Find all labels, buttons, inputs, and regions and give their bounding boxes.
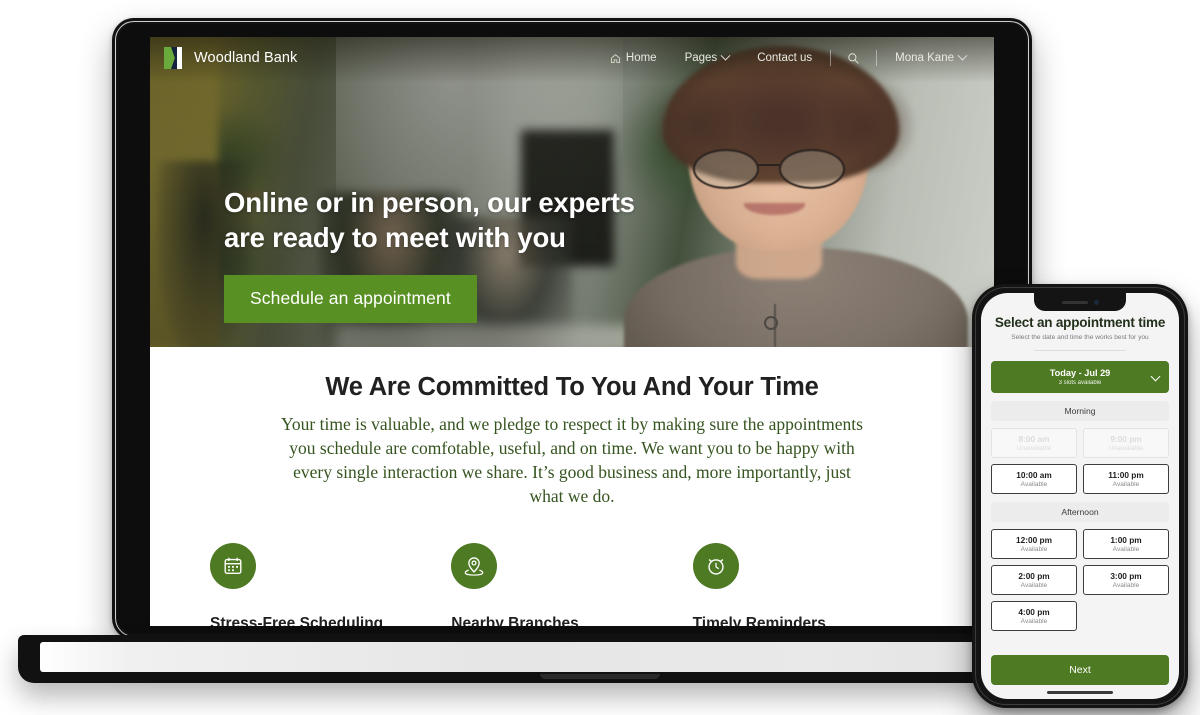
schedule-appointment-button[interactable]: Schedule an appointment (224, 275, 477, 324)
time-slot[interactable]: 4:00 pm Available (991, 600, 1077, 631)
feature-icon-badge (692, 542, 739, 589)
screenshot-stage: Woodland Bank Home Pages Contact us Mona… (0, 0, 1200, 715)
chevron-down-icon (957, 50, 968, 61)
slot-time: 3:00 pm (1110, 570, 1142, 581)
feature-title: Timely Reminders (692, 614, 826, 626)
slot-state: Available (1020, 480, 1048, 488)
slot-time: 11:00 pm (1108, 469, 1144, 480)
app-subtitle: Select the date and time the works best … (1011, 334, 1149, 341)
date-selector[interactable]: Today - Jul 29 3 slots available (991, 361, 1169, 393)
time-slot: 8:00 am Unavailable (991, 427, 1077, 458)
slot-time: 10:00 am (1016, 469, 1052, 480)
laptop-mockup: Woodland Bank Home Pages Contact us Mona… (112, 18, 1032, 640)
phone-notch (1034, 293, 1126, 311)
slot-state: Available (1112, 581, 1140, 589)
nav-divider-right (876, 50, 878, 66)
time-slot[interactable]: 12:00 pm Available (991, 528, 1077, 559)
app-divider (1034, 350, 1126, 351)
account-name: Mona Kane (895, 52, 954, 64)
feature-item-reminders: Timely Reminders Our automated confirmat… (692, 542, 934, 626)
app-header: Select an appointment time Select the da… (991, 315, 1169, 351)
feature-icon-badge (451, 542, 498, 589)
calendar-icon (224, 557, 242, 574)
nav-item-contact-us[interactable]: Contact us (743, 52, 826, 64)
feature-title: Stress-Free Scheduling (210, 614, 384, 626)
nav-item-pages[interactable]: Pages (671, 50, 744, 64)
slot-state: Available (1020, 545, 1048, 553)
account-menu[interactable]: Mona Kane (881, 50, 980, 64)
hero-copy: Online or in person, our experts are rea… (224, 185, 654, 324)
next-button[interactable]: Next (991, 655, 1169, 685)
date-selector-label: Today - Jul 29 (1049, 368, 1111, 378)
appointment-app: Select an appointment time Select the da… (981, 293, 1179, 699)
commitment-section: We Are Committed To You And Your Time Yo… (150, 347, 994, 626)
nav-divider-left (830, 50, 832, 66)
phone-camera-icon (1093, 299, 1099, 305)
feature-item-scheduling: Stress-Free Scheduling Our online schedu… (210, 542, 451, 626)
slot-state: Unavailable (1108, 444, 1144, 452)
time-slot[interactable]: 3:00 pm Available (1083, 564, 1169, 595)
phone-home-indicator (1047, 690, 1113, 694)
nav-item-home[interactable]: Home (596, 52, 671, 64)
slot-time: 12:00 pm (1016, 534, 1052, 545)
map-pin-icon (464, 556, 484, 576)
search-icon (848, 52, 859, 64)
section-title: We Are Committed To You And Your Time (325, 373, 819, 401)
slot-time: 1:00 pm (1110, 534, 1142, 545)
site-navbar: Woodland Bank Home Pages Contact us Mona… (150, 37, 994, 79)
laptop-base-notch (540, 674, 660, 679)
slot-grid-morning: 8:00 am Unavailable 9:00 pm Unavailable … (991, 427, 1169, 494)
hero-section: Woodland Bank Home Pages Contact us Mona… (150, 37, 994, 347)
nav-item-pages-label: Pages (684, 52, 718, 64)
slot-state: Available (1020, 581, 1048, 589)
feature-icon-badge (210, 542, 256, 589)
date-selector-slots: 3 slots available (1058, 379, 1102, 386)
feature-list: Stress-Free Scheduling Our online schedu… (150, 509, 994, 626)
hero-title: Online or in person, our experts are rea… (224, 187, 635, 254)
nav-links: Home Pages Contact us Mona Kane (596, 50, 980, 66)
time-slot[interactable]: 11:00 pm Available (1083, 463, 1169, 494)
phone-mockup: Select an appointment time Select the da… (972, 284, 1188, 708)
section-body: Your time is valuable, and we pledge to … (281, 414, 863, 507)
nav-item-contact-us-label: Contact us (757, 52, 813, 64)
time-slot[interactable]: 2:00 pm Available (991, 564, 1077, 595)
slot-time: 2:00 pm (1018, 570, 1050, 581)
laptop-screen: Woodland Bank Home Pages Contact us Mona… (150, 37, 994, 626)
feature-item-branches: Nearby Branches We make it easy to choos… (451, 542, 692, 626)
time-slot[interactable]: 10:00 am Available (991, 463, 1077, 494)
slot-state: Available (1020, 617, 1048, 625)
slot-state: Unavailable (1016, 444, 1052, 452)
time-slot[interactable]: 1:00 pm Available (1083, 528, 1169, 559)
slot-state: Available (1112, 545, 1140, 553)
phone-screen: Select an appointment time Select the da… (981, 293, 1179, 699)
phone-speaker-icon (1061, 300, 1088, 304)
woodland-bank-logo-icon (164, 47, 182, 69)
group-label-morning: Morning (991, 400, 1169, 421)
slot-grid-afternoon: 12:00 pm Available 1:00 pm Available 2:0… (991, 528, 1169, 631)
slot-state: Available (1112, 480, 1140, 488)
nav-item-home-label: Home (625, 52, 657, 64)
app-title: Select an appointment time (994, 315, 1166, 330)
search-button[interactable] (835, 52, 872, 65)
slot-time: 4:00 pm (1018, 606, 1050, 617)
home-icon (610, 53, 620, 63)
chevron-down-icon (720, 50, 731, 61)
brand-name: Woodland Bank (194, 50, 298, 66)
slot-time: 8:00 am (1018, 433, 1050, 444)
chevron-down-icon (1150, 371, 1161, 382)
feature-title: Nearby Branches (451, 614, 579, 626)
brand[interactable]: Woodland Bank (164, 47, 297, 69)
time-slot: 9:00 pm Unavailable (1083, 427, 1169, 458)
alarm-clock-icon (707, 558, 724, 575)
slot-time: 9:00 pm (1110, 433, 1142, 444)
group-label-afternoon: Afternoon (991, 501, 1169, 522)
